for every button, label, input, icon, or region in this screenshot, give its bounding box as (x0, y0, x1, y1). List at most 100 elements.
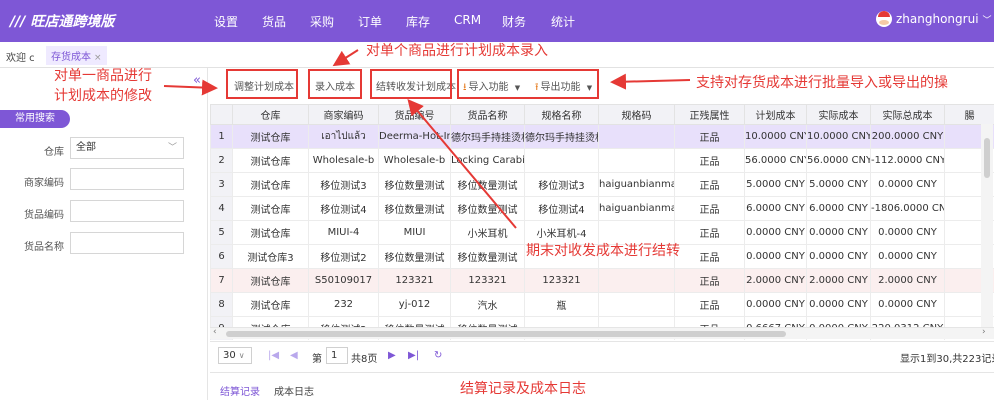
table-row[interactable]: 2 测试仓库 Wholesale-b Wholesale-b Locking Carab… (210, 148, 994, 173)
row-number: 2 (210, 148, 233, 173)
table-cell: 正品 (674, 220, 745, 245)
common-search-button[interactable]: 常用搜索 (0, 110, 70, 128)
scrollbar-thumb[interactable] (226, 331, 786, 337)
table-cell (598, 148, 675, 173)
nav-finance[interactable]: 财务 (502, 13, 526, 30)
column-header[interactable]: 腸 (944, 104, 994, 125)
goods-name-input[interactable] (70, 232, 184, 254)
page-size-value: 30 (223, 350, 236, 361)
nav-goods[interactable]: 货品 (262, 13, 286, 30)
table-cell: 移位数量测试 (378, 196, 451, 221)
table-row[interactable]: 7 测试仓库 S50109017 123321 123321 123321 正品 2.0000… (210, 268, 994, 293)
tab-welcome[interactable]: 欢迎 c (6, 49, 35, 64)
nav-crm[interactable]: CRM (454, 13, 481, 27)
table-cell: 2.0000 CNY (806, 268, 871, 293)
annotation-entry: 对单个商品进行计划成本录入 (366, 43, 548, 59)
table-cell: 0.0000 CNY (744, 220, 807, 245)
close-icon[interactable]: × (94, 53, 102, 63)
table-cell: 6.0000 CNY (806, 196, 871, 221)
user-menu[interactable]: zhanghongrui ﹀ (876, 11, 992, 27)
column-header[interactable]: 商家编码 (308, 104, 379, 125)
column-header[interactable]: 实际总成本 (870, 104, 945, 125)
column-header[interactable]: 仓库 (232, 104, 309, 125)
table-cell: 测试仓库 (232, 148, 309, 173)
table-cell: 正品 (674, 148, 745, 173)
annotation-modify-line2: 计划成本的修改 (54, 88, 152, 104)
row-number: 3 (210, 172, 233, 197)
tab-settlement-records[interactable]: 结算记录 (220, 383, 260, 400)
table-cell: 0.0000 CNY (870, 292, 945, 317)
table-row[interactable]: 1 测试仓库 เอาไปแล้ว Deerma-Hot-Ir 德尔玛手持挂烫机 德尔玛手持… (210, 124, 994, 149)
bottom-tabs: 结算记录 成本日志 (210, 372, 994, 400)
column-header[interactable]: 规格码 (598, 104, 675, 125)
table-cell: Locking Carabine (450, 148, 525, 173)
table-header-row: 仓库 商家编码 货品编号 货品名称 规格名称 规格码 正残属性 计划成本 实际成本 实际总成本腸 (210, 104, 994, 125)
nav-settings[interactable]: 设置 (214, 13, 238, 30)
last-page-icon[interactable]: ▶| (408, 350, 419, 361)
horizontal-scrollbar[interactable]: ‹ › (210, 327, 994, 339)
row-number: 1 (210, 124, 233, 149)
table-cell: MIUI-4 (308, 220, 379, 245)
table-cell (598, 292, 675, 317)
table-cell: 汽水 (450, 292, 525, 317)
tab-inventory-cost[interactable]: 存货成本 × (46, 46, 107, 65)
table-cell: 123321 (378, 268, 451, 293)
page-total: 共8页 (351, 354, 378, 365)
column-header[interactable] (210, 104, 233, 125)
nav-statistics[interactable]: 统计 (551, 13, 575, 30)
tab-inventory-cost-label: 存货成本 (51, 52, 91, 63)
scroll-right-icon[interactable]: › (982, 327, 986, 337)
row-number: 8 (210, 292, 233, 317)
logo-mark-icon: /// (10, 14, 26, 30)
table-cell: 移位测试2 (308, 244, 379, 269)
nav-inventory[interactable]: 库存 (406, 13, 430, 30)
next-page-icon[interactable]: ▶ (388, 350, 396, 361)
collapse-icon[interactable]: « (193, 73, 201, 88)
table-cell: 0.0000 CNY (806, 292, 871, 317)
warehouse-label: 仓库 (44, 147, 64, 158)
tab-cost-log[interactable]: 成本日志 (274, 383, 314, 398)
table-cell: Deerma-Hot-Ir (378, 124, 451, 149)
page-prefix: 第 (312, 354, 322, 365)
app-logo[interactable]: ///旺店通跨境版 (10, 11, 114, 31)
table-cell: 移位测试4 (524, 196, 599, 221)
table-cell: 瓶 (524, 292, 599, 317)
table-cell: 正品 (674, 196, 745, 221)
first-page-icon[interactable]: |◀ (268, 350, 279, 361)
vertical-scrollbar[interactable] (981, 124, 993, 327)
column-header[interactable]: 货品编号 (378, 104, 451, 125)
annotation-modify-line1: 对单一商品进行 (54, 68, 152, 84)
refresh-icon[interactable]: ↻ (434, 350, 442, 361)
nav-orders[interactable]: 订单 (358, 13, 382, 30)
prev-page-icon[interactable]: ◀ (290, 350, 298, 361)
table-row[interactable]: 4测试仓库移位测试4移位数量测试移位数量测试移位测试4haiguanbianma… (210, 196, 994, 221)
table-cell (524, 148, 599, 173)
table-row[interactable]: 8 测试仓库 232 yj-012 汽水瓶正品 0.0000 CNY 0.0000 CNY 0… (210, 292, 994, 317)
logo-text: 旺店通跨境版 (30, 14, 115, 30)
table-cell: 移位数量测试 (450, 172, 525, 197)
table-cell: 正品 (674, 292, 745, 317)
page-size-select[interactable]: 30 ∨ (218, 347, 252, 364)
table-cell: 6.0000 CNY (744, 196, 807, 221)
merchant-code-input[interactable] (70, 168, 184, 190)
scroll-left-icon[interactable]: ‹ (213, 327, 217, 337)
column-header[interactable]: 实际成本 (806, 104, 871, 125)
warehouse-select[interactable]: 全部 (70, 137, 184, 159)
nav-purchase[interactable]: 采购 (310, 13, 334, 30)
highlight-box-import-export (457, 69, 599, 99)
table-cell: 移位数量测试 (378, 172, 451, 197)
column-header[interactable]: 计划成本 (744, 104, 807, 125)
column-header[interactable]: 正残属性 (674, 104, 745, 125)
table-cell: 5.0000 CNY (744, 172, 807, 197)
table-row[interactable]: 3测试仓库移位测试3移位数量测试移位数量测试移位测试3haiguanbianma… (210, 172, 994, 197)
column-header[interactable]: 货品名称 (450, 104, 525, 125)
column-header[interactable]: 规格名称 (524, 104, 599, 125)
scrollbar-thumb[interactable] (984, 138, 990, 178)
table-cell: 0.0000 CNY (870, 244, 945, 269)
page-number-input[interactable]: 1 (326, 347, 348, 364)
goods-code-input[interactable] (70, 200, 184, 222)
row-number: 4 (210, 196, 233, 221)
table-cell: 测试仓库 (232, 292, 309, 317)
table-cell (598, 124, 675, 149)
table-cell: 200.0000 CNY (870, 124, 945, 149)
